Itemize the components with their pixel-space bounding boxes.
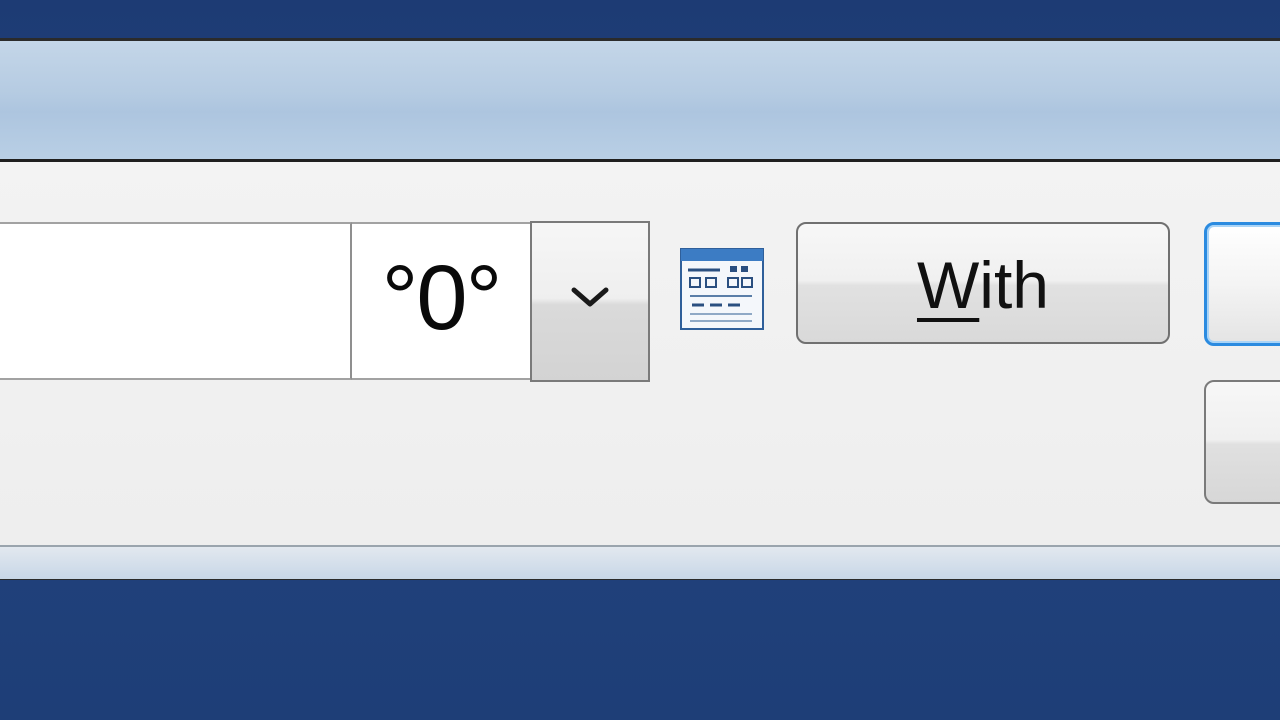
secondary-button[interactable] bbox=[1204, 380, 1280, 504]
chevron-down-icon bbox=[571, 287, 609, 306]
text-input[interactable] bbox=[0, 222, 352, 380]
window-bottom-frame bbox=[0, 545, 1280, 579]
calendar-icon[interactable] bbox=[680, 248, 764, 330]
dialog-window: °0° With bbox=[0, 38, 1280, 580]
dialog-client-area: °0° With bbox=[0, 162, 1280, 545]
title-bar[interactable] bbox=[0, 41, 1280, 162]
dropdown-button[interactable] bbox=[530, 221, 650, 382]
degree-value-field[interactable]: °0° bbox=[352, 222, 530, 380]
focused-button[interactable] bbox=[1204, 222, 1280, 346]
with-button-mnemonic: W bbox=[916, 248, 980, 322]
degree-value-text: °0° bbox=[381, 246, 503, 349]
with-button-label-rest: ith bbox=[979, 248, 1049, 322]
with-button[interactable]: With bbox=[796, 222, 1170, 344]
with-button-label: With bbox=[917, 247, 1049, 323]
